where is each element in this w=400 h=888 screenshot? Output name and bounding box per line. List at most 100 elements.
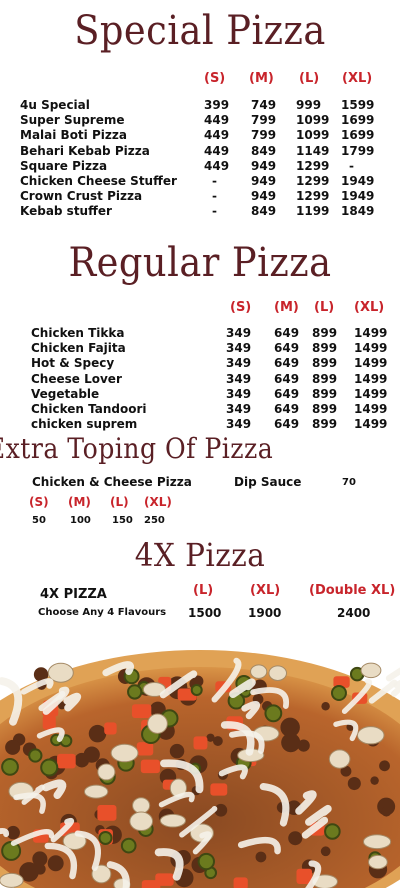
price-value: 649 xyxy=(274,341,300,356)
price-value: 449 xyxy=(204,143,230,158)
menu-row: Super Supreme 449 799 1099 1699 xyxy=(20,113,400,128)
mushroom-topping xyxy=(250,664,268,679)
pizza-name: Malai Boti Pizza xyxy=(20,128,127,143)
pizza-name: chicken suprem xyxy=(31,417,138,432)
price-value: 649 xyxy=(274,402,300,416)
price-value: 1299 xyxy=(296,174,330,188)
price-value: 799 xyxy=(251,113,277,128)
price-value: 649 xyxy=(274,386,300,401)
tomato-topping xyxy=(42,715,56,730)
regular-size-header: (S) xyxy=(230,300,252,315)
price-value: 649 xyxy=(274,326,300,340)
olive-topping xyxy=(197,852,215,871)
menu-row: Cheese Lover 349 649 899 1499 xyxy=(31,372,400,387)
price-value: - xyxy=(212,189,217,204)
menu-row: Hot & Specy 349 649 899 1499 xyxy=(31,356,400,371)
price-value: 649 xyxy=(274,417,300,432)
menu-row: 4u Special 399 749 999 1599 xyxy=(20,98,400,113)
extra-price-value: 100 xyxy=(70,515,91,526)
olive-topping xyxy=(28,748,43,763)
mushroom-topping xyxy=(129,811,154,832)
price-value: 1199 xyxy=(296,204,330,219)
sauce-drizzle xyxy=(385,667,400,682)
regular-pizza-title: Regular Pizza xyxy=(68,240,332,286)
meat-topping xyxy=(381,806,392,817)
price-value: 349 xyxy=(226,386,252,401)
pizza-illustration xyxy=(0,650,400,888)
pizza-name: Chicken Tandoori xyxy=(31,402,147,416)
mushroom-topping xyxy=(328,749,351,769)
tomato-topping xyxy=(97,805,117,821)
meat-topping xyxy=(379,760,390,772)
olive-topping xyxy=(120,837,137,854)
meat-topping xyxy=(169,743,185,759)
meat-topping xyxy=(320,846,331,857)
fourx-size-header: (L) xyxy=(193,583,214,598)
olive-topping xyxy=(190,684,203,697)
mushroom-topping xyxy=(268,665,288,681)
price-value: 1799 xyxy=(341,143,375,158)
meat-topping xyxy=(83,746,100,763)
price-value: 999 xyxy=(296,98,322,112)
price-value: 899 xyxy=(312,417,338,432)
mushroom-topping xyxy=(97,763,116,781)
tomato-topping xyxy=(57,753,76,769)
price-value: 1499 xyxy=(354,386,388,401)
price-value: 1499 xyxy=(354,402,388,416)
menu-row: Crown Crust Pizza - 949 1299 1949 xyxy=(20,189,400,204)
price-value: 1499 xyxy=(354,341,388,356)
price-value: 349 xyxy=(226,326,252,340)
fourx-pizza-name: 4X PIZZA xyxy=(40,587,107,602)
tomato-topping xyxy=(210,783,228,796)
pizza-name: 4u Special xyxy=(20,98,90,112)
pizza-name: Chicken Tikka xyxy=(31,326,125,340)
dip-sauce-label: Dip Sauce xyxy=(234,475,302,489)
extra-price-value: 250 xyxy=(144,515,165,526)
price-value: 349 xyxy=(226,402,252,416)
pizza-name: Chicken Fajita xyxy=(31,341,126,356)
price-value: 399 xyxy=(204,98,230,112)
meat-topping xyxy=(370,776,379,785)
mushroom-topping xyxy=(159,813,187,828)
mushroom-topping xyxy=(110,743,139,763)
meat-topping xyxy=(34,863,46,875)
menu-row: Behari Kebab Pizza 449 849 1149 1799 xyxy=(20,144,400,159)
fourx-price-value: 2400 xyxy=(337,606,371,620)
special-pizza-title: Special Pizza xyxy=(74,8,326,54)
price-value: 1299 xyxy=(296,189,330,204)
mushroom-topping xyxy=(356,726,385,745)
price-value: 899 xyxy=(312,386,338,401)
tomato-topping xyxy=(193,736,208,750)
meat-topping xyxy=(206,733,215,742)
menu-row: Chicken Tikka 349 649 899 1499 xyxy=(31,326,400,341)
extra-topping-title: Extra Toping Of Pizza xyxy=(0,432,274,465)
mushroom-topping xyxy=(83,784,109,799)
pizza-name: Behari Kebab Pizza xyxy=(20,143,150,158)
fourx-price-value: 1900 xyxy=(248,606,282,620)
price-value: 449 xyxy=(204,128,230,143)
price-value: 1499 xyxy=(354,417,388,432)
fourx-price-value: 1500 xyxy=(188,606,222,620)
mushroom-topping xyxy=(147,713,168,734)
meat-topping xyxy=(288,831,303,846)
menu-row: Kebab stuffer - 849 1199 1849 xyxy=(20,204,400,219)
price-value: 449 xyxy=(204,113,230,128)
price-value: - xyxy=(212,174,217,188)
price-value: 949 xyxy=(251,174,277,188)
regular-size-header: (XL) xyxy=(354,300,385,315)
price-value: 349 xyxy=(226,356,252,371)
menu-row: Chicken Tandoori 349 649 899 1499 xyxy=(31,402,400,417)
regular-size-header: (M) xyxy=(274,300,299,315)
olive-topping xyxy=(1,840,22,861)
menu-row: Chicken Fajita 349 649 899 1499 xyxy=(31,341,400,356)
fourx-size-header: (Double XL) xyxy=(309,583,396,598)
meat-topping xyxy=(88,724,107,743)
meat-topping xyxy=(281,733,301,753)
price-value: 1849 xyxy=(341,204,375,219)
price-value: 899 xyxy=(312,356,338,371)
extra-price-value: 50 xyxy=(32,515,46,526)
pizza-name: Hot & Specy xyxy=(31,356,115,371)
price-value: 1499 xyxy=(354,356,388,371)
regular-size-header: (L) xyxy=(314,300,335,315)
meat-topping xyxy=(5,739,21,755)
